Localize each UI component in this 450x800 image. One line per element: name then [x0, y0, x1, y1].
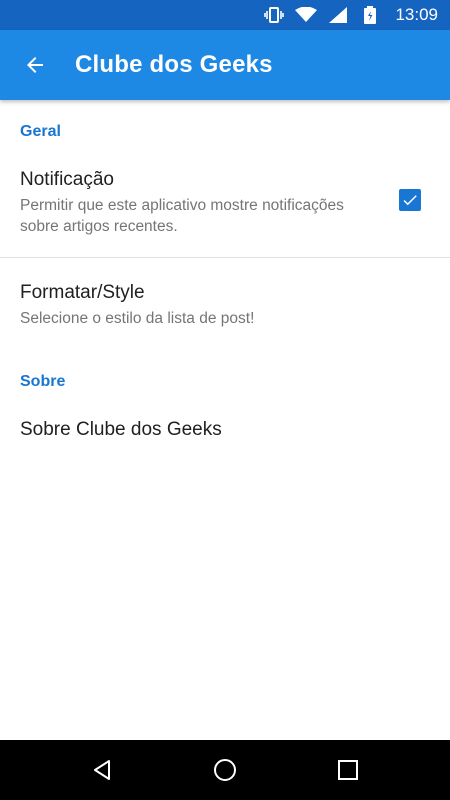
status-time: 13:09: [395, 5, 438, 24]
divider: [0, 257, 450, 258]
pref-title: Sobre Clube dos Geeks: [20, 419, 222, 440]
nav-back-button[interactable]: [82, 750, 122, 790]
recents-square-icon: [338, 760, 359, 780]
pref-notificacao[interactable]: Notificação Permitir que este aplicativo…: [0, 165, 450, 255]
pref-summary: Selecione o estilo da lista de post!: [20, 310, 255, 327]
pref-title: Formatar/Style: [20, 282, 145, 303]
navigation-bar: [0, 740, 450, 800]
app-title: Clube dos Geeks: [75, 51, 273, 78]
home-circle-icon: [213, 759, 236, 781]
battery-icon: [359, 6, 381, 24]
status-bar: 13:09: [0, 0, 450, 30]
notification-checkbox[interactable]: [399, 189, 421, 211]
nav-home-button[interactable]: [205, 750, 245, 790]
check-icon: [403, 195, 417, 206]
pref-formatar-style[interactable]: Formatar/Style Selecione o estilo da lis…: [0, 278, 450, 338]
back-triangle-icon: [93, 760, 110, 780]
signal-icon: [327, 6, 349, 24]
pref-sobre-clube[interactable]: Sobre Clube dos Geeks: [0, 415, 450, 455]
section-header-geral: Geral: [20, 123, 61, 140]
nav-recents-button[interactable]: [328, 750, 368, 790]
wifi-icon: [295, 6, 318, 24]
app-bar: Clube dos Geeks: [0, 30, 450, 100]
arrow-back-icon: [27, 57, 43, 73]
vibrate-icon: [263, 6, 285, 24]
pref-title: Notificação: [20, 169, 114, 190]
section-header-sobre: Sobre: [20, 373, 66, 390]
back-button[interactable]: [17, 47, 53, 83]
pref-summary: Permitir que este aplicativo mostre noti…: [20, 197, 344, 235]
